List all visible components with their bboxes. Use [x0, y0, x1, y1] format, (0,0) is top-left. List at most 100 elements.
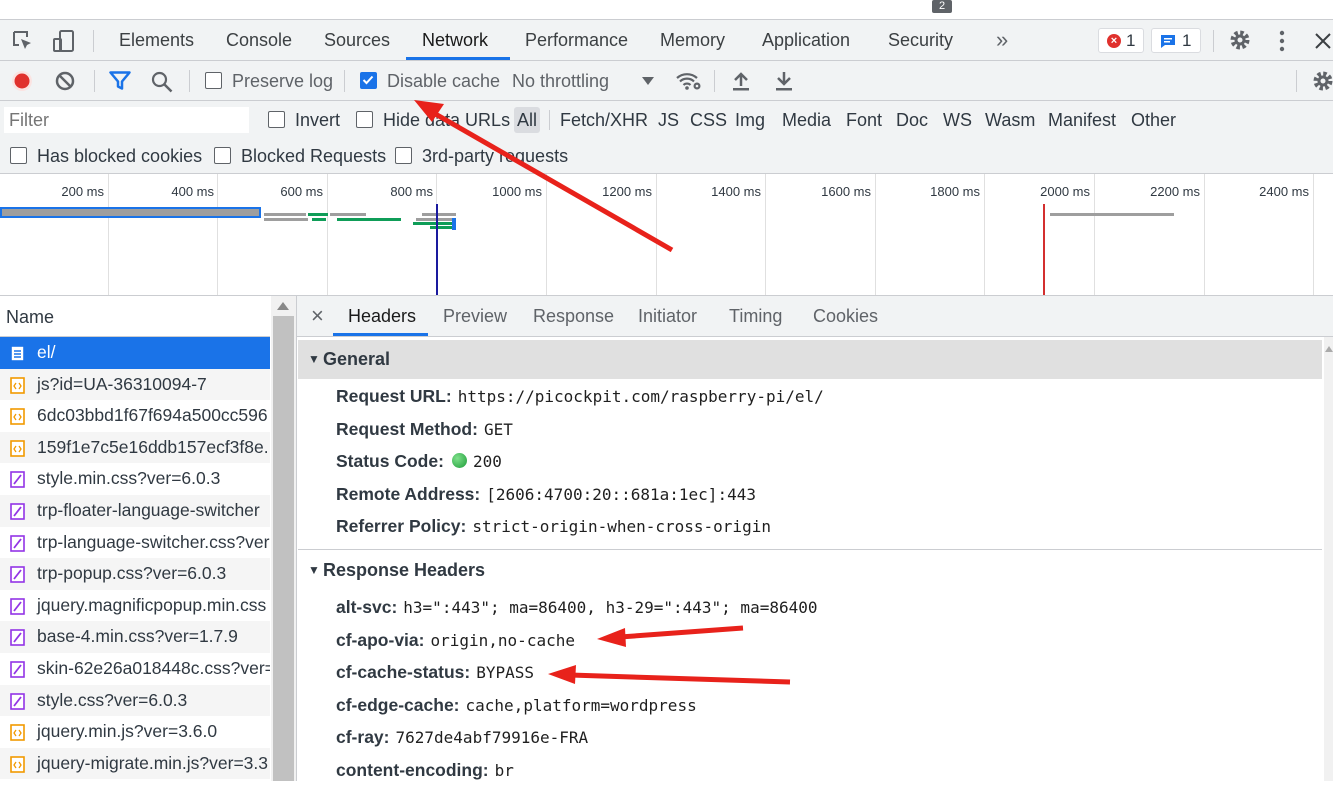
name-column-header[interactable]: Name — [0, 296, 270, 337]
details-scrollbar[interactable] — [1324, 337, 1333, 781]
record-icon[interactable] — [11, 70, 33, 92]
device-toolbar-icon[interactable] — [52, 29, 76, 53]
type-filter-fetch-xhr[interactable]: Fetch/XHR — [557, 107, 651, 133]
request-row[interactable]: base-4.min.css?ver=1.7.9 — [0, 621, 270, 653]
type-filter-media[interactable]: Media — [779, 107, 834, 133]
more-tabs-button[interactable]: » — [996, 20, 1008, 60]
type-filter-doc[interactable]: Doc — [893, 107, 931, 133]
tab-performance[interactable]: Performance — [525, 20, 628, 60]
has-blocked-cookies-checkbox[interactable] — [10, 147, 27, 164]
details-scroll-up-arrow-icon[interactable] — [1325, 346, 1333, 352]
messages-counter[interactable]: 1 — [1151, 28, 1201, 53]
tab-application[interactable]: Application — [762, 20, 850, 60]
close-details-button[interactable]: × — [311, 296, 324, 336]
preserve-log-checkbox[interactable] — [205, 72, 222, 89]
response-header-value[interactable]: br — [495, 761, 514, 780]
import-har-icon[interactable] — [732, 71, 750, 91]
third-party-requests-checkbox[interactable] — [395, 147, 412, 164]
response-header-value[interactable]: origin,no-cache — [430, 631, 575, 650]
request-row[interactable]: style.css?ver=6.0.3 — [0, 684, 270, 717]
filter-input[interactable] — [4, 107, 249, 133]
tab-memory[interactable]: Memory — [660, 20, 725, 60]
tab-cookies[interactable]: Cookies — [813, 296, 878, 336]
invert-checkbox[interactable] — [268, 111, 285, 128]
disable-cache-checkbox[interactable] — [360, 72, 377, 89]
filter-bar: Invert Hide data URLs All Fetch/XHR JS C… — [0, 101, 1333, 174]
tab-elements[interactable]: Elements — [119, 20, 194, 60]
export-har-icon[interactable] — [775, 71, 793, 91]
request-row[interactable]: trp-floater-language-switcher — [0, 495, 270, 527]
type-filter-wasm[interactable]: Wasm — [982, 107, 1038, 133]
response-header-value[interactable]: h3=":443"; ma=86400, h3-29=":443"; ma=86… — [403, 598, 817, 617]
response-header-value[interactable]: cache,platform=wordpress — [466, 696, 697, 715]
request-row[interactable]: trp-popup.css?ver=6.0.3 — [0, 558, 270, 590]
response-header-value[interactable]: 7627de4abf79916e-FRA — [396, 728, 589, 747]
tab-timing[interactable]: Timing — [729, 296, 782, 336]
request-name: jquery-migrate.min.js?ver=3.3 — [37, 752, 268, 773]
type-filter-other[interactable]: Other — [1128, 107, 1179, 133]
throttling-select[interactable]: No throttling — [512, 61, 609, 101]
more-options-icon[interactable] — [1278, 30, 1286, 52]
network-overview-timeline[interactable]: 200 ms 400 ms 600 ms 800 ms 1000 ms 1200… — [0, 174, 1333, 296]
request-row[interactable]: 6dc03bbd1f67f694a500cc596 — [0, 400, 270, 432]
network-settings-gear-icon[interactable] — [1312, 70, 1333, 92]
type-filter-ws[interactable]: WS — [940, 107, 975, 133]
type-filter-font[interactable]: Font — [843, 107, 885, 133]
request-row[interactable]: el/ — [0, 337, 270, 369]
general-header-value[interactable]: [2606:4700:20::681a:1ec]:443 — [486, 485, 756, 504]
response-header-row: cf-edge-cache: cache,platform=wordpress — [336, 689, 697, 721]
errors-counter[interactable]: × 1 — [1098, 28, 1144, 53]
type-filter-manifest[interactable]: Manifest — [1045, 107, 1119, 133]
response-header-key: cf-cache-status: — [336, 662, 471, 683]
tab-initiator[interactable]: Initiator — [638, 296, 697, 336]
tab-sources[interactable]: Sources — [324, 20, 390, 60]
clear-icon[interactable] — [54, 70, 76, 92]
filter-icon[interactable] — [109, 71, 131, 91]
tab-security[interactable]: Security — [888, 20, 953, 60]
request-name: trp-popup.css?ver=6.0.3 — [37, 563, 227, 584]
general-header-value[interactable]: 200 — [473, 452, 502, 471]
type-filter-all[interactable]: All — [514, 107, 541, 133]
response-header-value[interactable]: BYPASS — [476, 663, 534, 682]
general-section-title: General — [323, 349, 391, 369]
chevron-down-icon[interactable] — [642, 77, 654, 85]
tab-preview[interactable]: Preview — [443, 296, 507, 336]
timeline-bar — [416, 218, 454, 221]
request-row[interactable]: jquery.magnificpopup.min.css — [0, 590, 270, 622]
general-section-header[interactable]: ▼ General — [298, 340, 1322, 379]
request-row[interactable]: skin-62e26a018448c.css?ver= — [0, 653, 270, 685]
request-row[interactable]: js?id=UA-36310094-7 — [0, 368, 270, 401]
extension-badge[interactable]: 2 — [932, 0, 952, 13]
scroll-up-arrow-icon[interactable] — [277, 302, 289, 310]
timeline-bar — [413, 222, 455, 225]
settings-gear-icon[interactable] — [1229, 29, 1251, 51]
request-row[interactable]: style.min.css?ver=6.0.3 — [0, 463, 270, 495]
blocked-requests-checkbox[interactable] — [214, 147, 231, 164]
response-headers-section-header[interactable]: ▼ Response Headers — [298, 551, 1322, 590]
request-row[interactable]: jquery.min.js?ver=3.6.0 — [0, 716, 270, 748]
request-list-scrollbar-thumb[interactable] — [273, 316, 294, 781]
invert-label: Invert — [295, 110, 341, 130]
search-icon[interactable] — [151, 71, 173, 93]
tab-console[interactable]: Console — [226, 20, 292, 60]
type-filter-js[interactable]: JS — [655, 107, 682, 133]
inspect-element-icon[interactable] — [12, 30, 34, 52]
tab-response[interactable]: Response — [533, 296, 614, 336]
hide-data-urls-checkbox[interactable] — [356, 111, 373, 128]
general-header-value[interactable]: strict-origin-when-cross-origin — [472, 517, 771, 536]
network-conditions-icon[interactable] — [675, 71, 701, 91]
request-row[interactable]: 159f1e7c5e16ddb157ecf3f8e. — [0, 431, 270, 464]
tab-network[interactable]: Network — [422, 20, 488, 60]
general-header-value[interactable]: https://picockpit.com/raspberry-pi/el/ — [458, 387, 824, 406]
close-devtools-icon[interactable] — [1314, 32, 1332, 50]
type-filter-img[interactable]: Img — [732, 107, 768, 133]
type-filter-css[interactable]: CSS — [687, 107, 730, 133]
request-row[interactable]: trp-language-switcher.css?ver — [0, 527, 270, 559]
general-header-value[interactable]: GET — [484, 420, 513, 439]
tick-label: 1800 ms — [930, 184, 980, 199]
tick-label: 2000 ms — [1040, 184, 1090, 199]
request-row[interactable]: jquery-migrate.min.js?ver=3.3 — [0, 747, 270, 780]
tab-headers[interactable]: Headers — [348, 296, 416, 336]
details-tabbar: × Headers Preview Response Initiator Tim… — [297, 296, 1333, 337]
request-details-panel: × Headers Preview Response Initiator Tim… — [297, 296, 1333, 781]
